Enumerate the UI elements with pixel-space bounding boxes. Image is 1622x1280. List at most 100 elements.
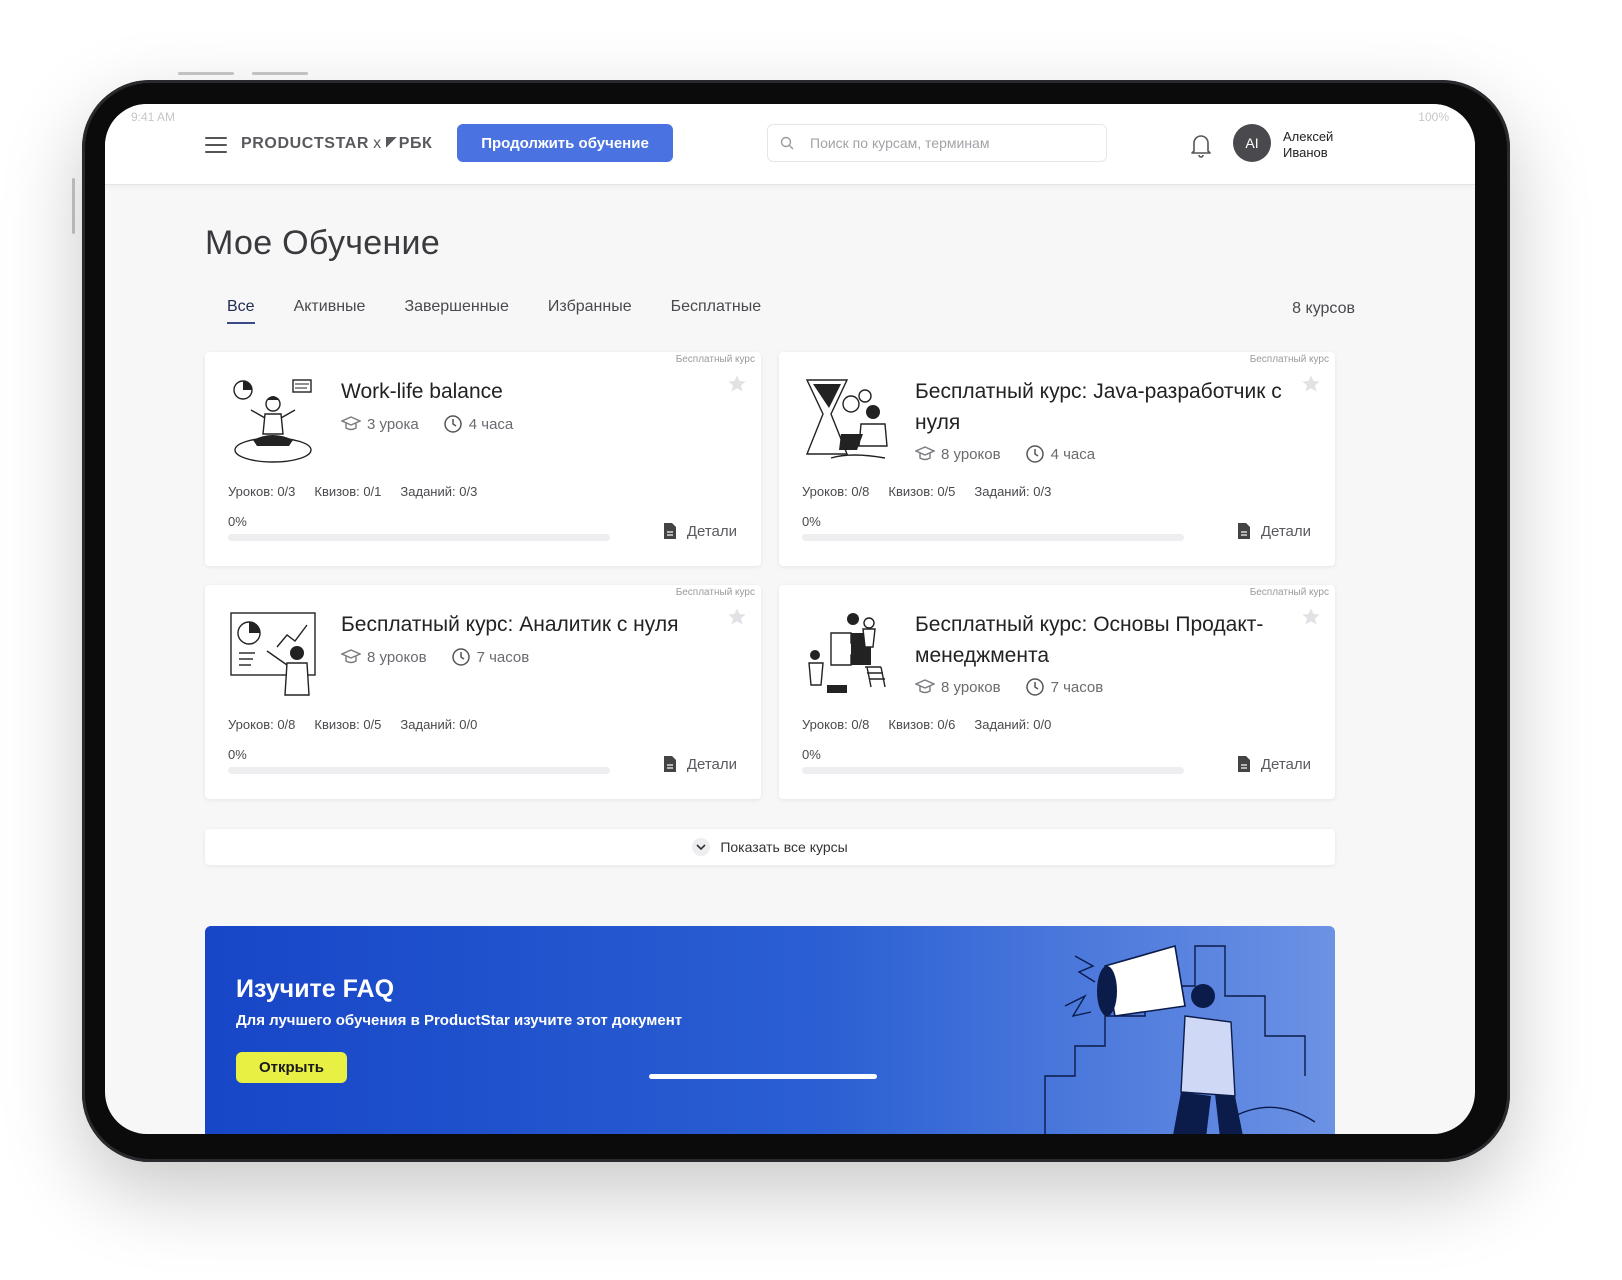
brand-name: PRODUCTSTAR xyxy=(241,135,370,152)
analytics-illustration xyxy=(230,612,316,696)
course-card[interactable]: Бесплатный курс Work-life balance 3 урок… xyxy=(205,352,761,566)
duration: 4 часа xyxy=(468,415,514,433)
top-navigation-bar: 9:41 AM 100% PRODUCTSTAR x РБК Продолжить … xyxy=(105,104,1475,185)
puzzle-team-illustration xyxy=(808,613,886,693)
partner-logo-icon xyxy=(385,137,397,148)
lessons-count: 8 уроков xyxy=(941,678,1001,696)
course-title[interactable]: Бесплатный курс: Java-разработчик с нуля xyxy=(915,376,1287,438)
course-stats: Уроков: 0/8 Квизов: 0/5 Заданий: 0/3 xyxy=(802,484,1051,499)
clock-icon xyxy=(444,415,462,433)
search-input[interactable] xyxy=(810,135,1090,151)
stats-lessons: Уроков: 0/8 xyxy=(228,717,296,732)
document-icon xyxy=(1237,523,1250,539)
document-icon xyxy=(663,523,676,539)
lessons-count: 8 уроков xyxy=(941,445,1001,463)
bell-icon[interactable] xyxy=(1189,132,1213,158)
stats-tasks: Заданий: 0/0 xyxy=(400,717,478,732)
stats-quizzes: Квизов: 0/5 xyxy=(314,717,382,732)
details-link[interactable]: Детали xyxy=(663,522,737,540)
course-count: 8 курсов xyxy=(1292,300,1355,317)
tab-all[interactable]: Все xyxy=(227,298,255,324)
stats-tasks: Заданий: 0/3 xyxy=(400,484,478,499)
brand-partner: РБК xyxy=(398,135,433,152)
lessons-meta: 3 урока xyxy=(341,415,419,433)
lessons-meta: 8 уроков xyxy=(915,445,1001,463)
status-time: 9:41 AM xyxy=(131,110,176,124)
course-meta: 8 уроков 4 часа xyxy=(915,444,1119,464)
status-battery: 100% xyxy=(1418,110,1449,124)
stats-lessons: Уроков: 0/8 xyxy=(802,717,870,732)
duration-meta: 7 часов xyxy=(451,647,530,667)
details-link[interactable]: Детали xyxy=(1237,522,1311,540)
duration: 7 часов xyxy=(476,648,530,666)
device-volume-button xyxy=(252,72,308,75)
course-title[interactable]: Work-life balance xyxy=(341,376,713,407)
faq-banner: Изучите FAQ Для лучшего обучения в Produ… xyxy=(205,926,1335,1134)
course-card[interactable]: Бесплатный курс Бесплатный курс: Основы … xyxy=(779,585,1335,799)
duration-meta: 4 часа xyxy=(443,414,514,434)
graduation-cap-icon xyxy=(341,416,361,431)
duration: 7 часов xyxy=(1050,678,1104,696)
chevron-down-icon xyxy=(692,838,711,856)
tab-active[interactable]: Активные xyxy=(294,298,366,324)
open-faq-button[interactable]: Открыть xyxy=(236,1052,347,1083)
developer-illustration xyxy=(805,379,888,459)
details-label: Детали xyxy=(1260,522,1311,540)
free-course-badge: Бесплатный курс xyxy=(675,354,755,365)
brand-logo[interactable]: PRODUCTSTAR x РБК xyxy=(241,135,432,153)
user-name[interactable]: Алексей Иванов xyxy=(1283,129,1363,161)
filter-tabs: Все Активные Завершенные Избранные Беспл… xyxy=(227,298,800,324)
avatar[interactable]: AI xyxy=(1233,124,1271,162)
search-icon xyxy=(780,136,794,150)
details-label: Детали xyxy=(686,755,737,773)
clock-icon xyxy=(451,648,470,666)
device-side-button xyxy=(72,178,75,234)
star-icon[interactable] xyxy=(727,374,747,394)
faq-title: Изучите FAQ xyxy=(236,975,395,1003)
course-title[interactable]: Бесплатный курс: Основы Продакт-менеджме… xyxy=(915,609,1307,671)
course-stats: Уроков: 0/3 Квизов: 0/1 Заданий: 0/3 xyxy=(228,484,477,499)
stats-lessons: Уроков: 0/3 xyxy=(228,484,296,499)
free-course-badge: Бесплатный курс xyxy=(1249,587,1329,598)
page-title: Мое Обучение xyxy=(205,224,441,262)
device-volume-button xyxy=(178,72,234,75)
megaphone-illustration xyxy=(1044,944,1316,1134)
course-stats: Уроков: 0/8 Квизов: 0/6 Заданий: 0/0 xyxy=(802,717,1051,732)
details-link[interactable]: Детали xyxy=(1237,755,1311,773)
show-all-label: Показать все курсы xyxy=(720,839,848,855)
tab-free[interactable]: Бесплатные xyxy=(671,298,762,324)
tab-favorites[interactable]: Избранные xyxy=(548,298,632,324)
free-course-badge: Бесплатный курс xyxy=(675,587,755,598)
graduation-cap-icon xyxy=(341,649,361,664)
device-stage: 9:41 AM 100% PRODUCTSTAR x РБК Продолжить … xyxy=(0,0,1622,1280)
course-title[interactable]: Бесплатный курс: Аналитик с нуля xyxy=(341,609,733,640)
lessons-meta: 8 уроков xyxy=(915,678,1001,696)
course-card[interactable]: Бесплатный курс Бесплатный курс: Аналити… xyxy=(205,585,761,799)
continue-learning-button[interactable]: Продолжить обучение xyxy=(457,124,673,162)
course-meta: 3 урока 4 часа xyxy=(341,414,537,434)
tablet-screen: 9:41 AM 100% PRODUCTSTAR x РБК Продолжить … xyxy=(105,104,1475,1134)
lessons-count: 8 уроков xyxy=(367,648,427,666)
stats-tasks: Заданий: 0/0 xyxy=(974,717,1052,732)
star-icon[interactable] xyxy=(1301,374,1321,394)
duration-meta: 7 часов xyxy=(1025,677,1104,697)
stats-quizzes: Квизов: 0/5 xyxy=(888,484,956,499)
details-label: Детали xyxy=(1260,755,1311,773)
clock-icon xyxy=(1025,678,1044,696)
stats-quizzes: Квизов: 0/1 xyxy=(314,484,382,499)
search-box[interactable] xyxy=(767,124,1107,162)
document-icon xyxy=(1237,756,1250,772)
stats-lessons: Уроков: 0/8 xyxy=(802,484,870,499)
progress-percent: 0% xyxy=(802,747,821,762)
course-card[interactable]: Бесплатный курс Бесплатный курс: Java-ра… xyxy=(779,352,1335,566)
show-all-courses-button[interactable]: Показать все курсы xyxy=(205,829,1335,865)
graduation-cap-icon xyxy=(915,679,935,694)
meditation-illustration xyxy=(233,379,312,463)
course-meta: 8 уроков 7 часов xyxy=(341,647,553,667)
tab-completed[interactable]: Завершенные xyxy=(404,298,508,324)
details-link[interactable]: Детали xyxy=(663,755,737,773)
menu-icon[interactable] xyxy=(205,137,227,153)
duration-meta: 4 часа xyxy=(1025,444,1095,464)
lessons-meta: 8 уроков xyxy=(341,648,427,666)
free-course-badge: Бесплатный курс xyxy=(1249,354,1329,365)
